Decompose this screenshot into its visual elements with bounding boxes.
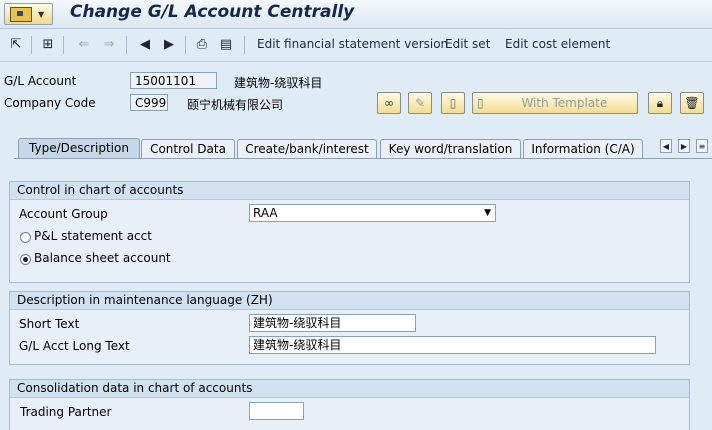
system-menu-button[interactable]: ▼ <box>4 3 53 25</box>
consolidation-group: Consolidation data in chart of accounts … <box>9 379 690 430</box>
long-text-input[interactable]: 建筑物-绕驭科目 <box>249 336 656 354</box>
lock-icon: 🔒︎ <box>656 96 664 110</box>
with-template-button[interactable]: ▯ With Template <box>472 92 638 114</box>
pl-statement-radio[interactable] <box>20 232 31 243</box>
edit-fs-version-button[interactable]: Edit financial statement version <box>257 37 448 51</box>
lock-button[interactable]: 🔒︎ <box>648 92 672 114</box>
next-object-icon[interactable]: ⇒ <box>101 37 117 53</box>
edit-button[interactable]: ✎ <box>408 92 432 114</box>
company-code-description: 颐宁机械有限公司 <box>187 98 284 112</box>
pl-statement-label: P&L statement acct <box>34 229 152 243</box>
tab-scroll-right-button[interactable]: ▶ <box>678 139 690 153</box>
consolidation-group-title: Consolidation data in chart of accounts <box>10 380 689 398</box>
next-page-icon[interactable]: ▶ <box>161 37 177 53</box>
display-change-button[interactable]: ∞ <box>377 92 401 114</box>
title-bar: ▼ Change G/L Account Centrally <box>0 0 712 29</box>
toolbar-separator <box>185 36 186 54</box>
previous-object-icon[interactable]: ⇐ <box>76 37 92 53</box>
balance-sheet-label: Balance sheet account <box>34 251 171 265</box>
description-group: Description in maintenance language (ZH)… <box>9 291 690 365</box>
control-group-title: Control in chart of accounts <box>10 182 689 200</box>
tab-type-description[interactable]: Type/Description <box>18 138 140 159</box>
create-button[interactable]: ▯ <box>441 92 465 114</box>
chevron-right-icon: ▶ <box>680 142 688 151</box>
blank-page-icon: ▯ <box>449 96 457 110</box>
company-code-label: Company Code <box>4 96 96 110</box>
tab-content-panel: Control in chart of accounts Account Gro… <box>0 159 712 430</box>
tab-key-word-translation[interactable]: Key word/translation <box>380 139 521 158</box>
tab-control-data[interactable]: Control Data <box>141 139 235 158</box>
short-text-label: Short Text <box>19 317 80 331</box>
short-text-input[interactable]: 建筑物-绕驭科目 <box>249 314 416 332</box>
toolbar-separator <box>244 36 245 54</box>
tab-list-icon: ≡ <box>698 142 706 151</box>
account-group-label: Account Group <box>19 207 108 221</box>
edit-set-button[interactable]: Edit set <box>445 37 490 51</box>
description-group-title: Description in maintenance language (ZH) <box>10 292 689 310</box>
page-title: Change G/L Account Centrally <box>70 2 355 22</box>
trading-partner-label: Trading Partner <box>20 405 112 419</box>
trash-icon: 🗑︎ <box>684 96 700 110</box>
gl-account-label: G/L Account <box>4 74 77 88</box>
chevron-down-icon: ▼ <box>38 10 45 19</box>
chevron-left-icon: ◀ <box>662 142 670 151</box>
edit-cost-element-button[interactable]: Edit cost element <box>505 37 610 51</box>
toolbar-separator <box>31 36 32 54</box>
tab-information-ca[interactable]: Information (C/A) <box>523 139 643 158</box>
tab-scroll-left-button[interactable]: ◀ <box>660 139 672 153</box>
trading-partner-input[interactable] <box>249 402 304 420</box>
toolbar-separator <box>126 36 127 54</box>
application-toolbar: ⇱ ⊞ ⇐ ⇒ ◀ ▶ ⎙ ▤ Edit financial statement… <box>0 29 712 62</box>
prev-page-icon[interactable]: ◀ <box>137 37 153 53</box>
balance-sheet-radio[interactable] <box>20 254 31 265</box>
pencil-icon: ✎ <box>414 96 426 110</box>
system-menu-icon <box>10 7 32 22</box>
notes-icon[interactable]: ▤ <box>218 37 234 53</box>
hierarchy-icon[interactable]: ⊞ <box>40 37 56 53</box>
company-code-field[interactable]: C999 <box>130 94 168 111</box>
delete-button[interactable]: 🗑︎ <box>680 92 704 114</box>
navigation-icon[interactable]: ⇱ <box>8 37 24 53</box>
chevron-down-icon: ▼ <box>484 208 491 218</box>
blank-page-icon: ▯ <box>477 96 484 110</box>
gl-account-description: 建筑物-绕驭科目 <box>234 76 323 90</box>
glasses-icon: ∞ <box>384 96 394 110</box>
control-group: Control in chart of accounts Account Gro… <box>9 181 690 283</box>
account-group-dropdown[interactable]: RAA ▼ <box>249 204 496 222</box>
with-template-label: With Template <box>521 96 608 110</box>
print-icon[interactable]: ⎙ <box>194 37 210 53</box>
long-text-label: G/L Acct Long Text <box>19 339 130 353</box>
account-group-value: RAA <box>253 206 278 220</box>
tab-create-bank-interest[interactable]: Create/bank/interest <box>237 139 377 158</box>
toolbar-separator <box>63 36 64 54</box>
tab-list-button[interactable]: ≡ <box>696 139 708 153</box>
gl-account-field[interactable]: 15001101 <box>130 72 217 89</box>
